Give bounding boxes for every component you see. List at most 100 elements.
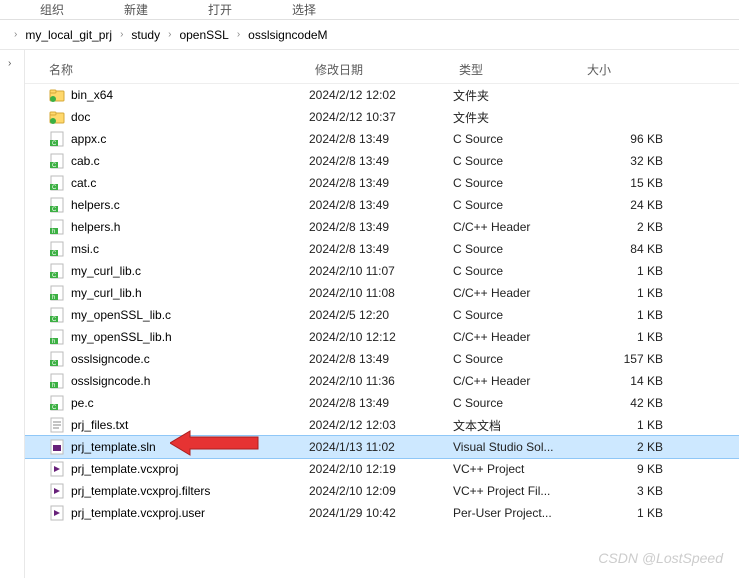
chevron-right-icon[interactable]: ›: [8, 58, 11, 69]
file-row[interactable]: Ccat.c2024/2/8 13:49C Source15 KB: [25, 172, 739, 194]
file-type: C/C++ Header: [453, 286, 581, 300]
file-row[interactable]: prj_template.vcxproj.filters2024/2/10 12…: [25, 480, 739, 502]
file-row[interactable]: Chelpers.c2024/2/8 13:49C Source24 KB: [25, 194, 739, 216]
header-size[interactable]: 大小: [587, 61, 687, 78]
svg-text:h: h: [52, 295, 55, 301]
c-icon: C: [49, 153, 65, 169]
toolbar-new[interactable]: 新建: [124, 1, 148, 18]
file-date: 2024/2/8 13:49: [309, 154, 453, 168]
breadcrumb[interactable]: › my_local_git_prj › study › openSSL › o…: [0, 20, 739, 50]
c-icon: C: [49, 263, 65, 279]
column-headers[interactable]: 名称 修改日期 类型 大小: [25, 56, 739, 84]
file-type: C Source: [453, 242, 581, 256]
file-name: prj_template.vcxproj.filters: [71, 484, 210, 498]
svg-text:h: h: [52, 229, 55, 235]
file-row[interactable]: Cpe.c2024/2/8 13:49C Source42 KB: [25, 392, 739, 414]
file-row[interactable]: Cmy_curl_lib.c2024/2/10 11:07C Source1 K…: [25, 260, 739, 282]
folder-icon: [49, 87, 65, 103]
toolbar-open[interactable]: 打开: [208, 1, 232, 18]
file-date: 2024/2/10 11:36: [309, 374, 453, 388]
file-name: bin_x64: [71, 88, 113, 102]
toolbar-select[interactable]: 选择: [292, 1, 316, 18]
file-name: my_openSSL_lib.h: [71, 330, 172, 344]
svg-text:C: C: [52, 251, 57, 257]
file-date: 2024/2/8 13:49: [309, 132, 453, 146]
file-row[interactable]: prj_template.sln2024/1/13 11:02Visual St…: [25, 436, 739, 458]
svg-text:h: h: [52, 339, 55, 345]
c-icon: C: [49, 241, 65, 257]
file-size: 42 KB: [581, 396, 671, 410]
file-type: 文件夹: [453, 87, 581, 104]
file-date: 2024/2/10 12:19: [309, 462, 453, 476]
header-type[interactable]: 类型: [459, 61, 587, 78]
file-name: cab.c: [71, 154, 100, 168]
file-size: 9 KB: [581, 462, 671, 476]
file-date: 2024/2/5 12:20: [309, 308, 453, 322]
c-icon: C: [49, 175, 65, 191]
file-date: 2024/2/10 12:12: [309, 330, 453, 344]
file-size: 1 KB: [581, 264, 671, 278]
file-date: 2024/2/12 12:02: [309, 88, 453, 102]
file-name: prj_template.vcxproj.user: [71, 506, 205, 520]
file-size: 157 KB: [581, 352, 671, 366]
file-name: helpers.h: [71, 220, 120, 234]
chevron-right-icon[interactable]: ›: [116, 29, 127, 40]
c-icon: C: [49, 395, 65, 411]
svg-text:C: C: [52, 273, 57, 279]
file-type: 文件夹: [453, 109, 581, 126]
breadcrumb-seg[interactable]: my_local_git_prj: [21, 25, 116, 45]
file-row[interactable]: Cmsi.c2024/2/8 13:49C Source84 KB: [25, 238, 739, 260]
file-row[interactable]: h my_curl_lib.h 2024/2/10 11:08C/C++ Heade…: [25, 282, 739, 304]
file-name: osslsigncode.c: [71, 352, 150, 366]
file-row[interactable]: prj_template.vcxproj2024/2/10 12:19VC++ …: [25, 458, 739, 480]
file-list: 名称 修改日期 类型 大小 bin_x642024/2/12 12:02文件夹d…: [25, 50, 739, 578]
file-type: C/C++ Header: [453, 374, 581, 388]
file-date: 2024/2/12 12:03: [309, 418, 453, 432]
file-date: 2024/2/8 13:49: [309, 396, 453, 410]
h-icon: h: [49, 373, 65, 389]
chevron-right-icon[interactable]: ›: [10, 29, 21, 40]
vcx-icon: [49, 483, 65, 499]
file-type: C Source: [453, 264, 581, 278]
file-size: 2 KB: [581, 220, 671, 234]
file-name: helpers.c: [71, 198, 120, 212]
file-type: C Source: [453, 308, 581, 322]
file-size: 24 KB: [581, 198, 671, 212]
file-size: 1 KB: [581, 506, 671, 520]
breadcrumb-seg[interactable]: osslsigncodeM: [244, 25, 331, 45]
file-date: 2024/2/10 11:08: [309, 286, 453, 300]
toolbar-org[interactable]: 组织: [40, 1, 64, 18]
file-row[interactable]: hhelpers.h2024/2/8 13:49C/C++ Header2 KB: [25, 216, 739, 238]
file-row[interactable]: bin_x64 2024/2/12 12:02文件夹: [25, 84, 739, 106]
svg-text:C: C: [52, 317, 57, 323]
chevron-right-icon[interactable]: ›: [164, 29, 175, 40]
chevron-right-icon[interactable]: ›: [233, 29, 244, 40]
file-type: VC++ Project: [453, 462, 581, 476]
file-date: 2024/2/10 11:07: [309, 264, 453, 278]
file-row[interactable]: hosslsigncode.h2024/2/10 11:36C/C++ Head…: [25, 370, 739, 392]
vcx-icon: [49, 505, 65, 521]
file-date: 2024/1/29 10:42: [309, 506, 453, 520]
file-row[interactable]: prj_template.vcxproj.user 2024/1/29 10:42…: [25, 502, 739, 524]
h-icon: h: [49, 329, 65, 345]
file-size: 1 KB: [581, 286, 671, 300]
file-row[interactable]: doc2024/2/12 10:37文件夹: [25, 106, 739, 128]
file-name: my_curl_lib.h: [71, 286, 142, 300]
file-row[interactable]: Cmy_openSSL_lib.c2024/2/5 12:20C Source1…: [25, 304, 739, 326]
file-row[interactable]: Cosslsigncode.c2024/2/8 13:49C Source157…: [25, 348, 739, 370]
c-icon: C: [49, 351, 65, 367]
breadcrumb-seg[interactable]: [2, 32, 10, 38]
file-size: 1 KB: [581, 330, 671, 344]
header-name[interactable]: 名称: [49, 61, 315, 78]
file-type: C Source: [453, 198, 581, 212]
file-row[interactable]: Cappx.c2024/2/8 13:49C Source96 KB: [25, 128, 739, 150]
breadcrumb-seg[interactable]: openSSL: [175, 25, 232, 45]
breadcrumb-seg[interactable]: study: [127, 25, 164, 45]
file-row[interactable]: prj_files.txt2024/2/12 12:03文本文档1 KB: [25, 414, 739, 436]
nav-tree-pane[interactable]: ›: [0, 50, 25, 578]
header-date[interactable]: 修改日期: [315, 61, 459, 78]
file-name: appx.c: [71, 132, 106, 146]
file-row[interactable]: hmy_openSSL_lib.h2024/2/10 12:12C/C++ He…: [25, 326, 739, 348]
svg-text:h: h: [52, 383, 55, 389]
file-row[interactable]: Ccab.c2024/2/8 13:49C Source32 KB: [25, 150, 739, 172]
